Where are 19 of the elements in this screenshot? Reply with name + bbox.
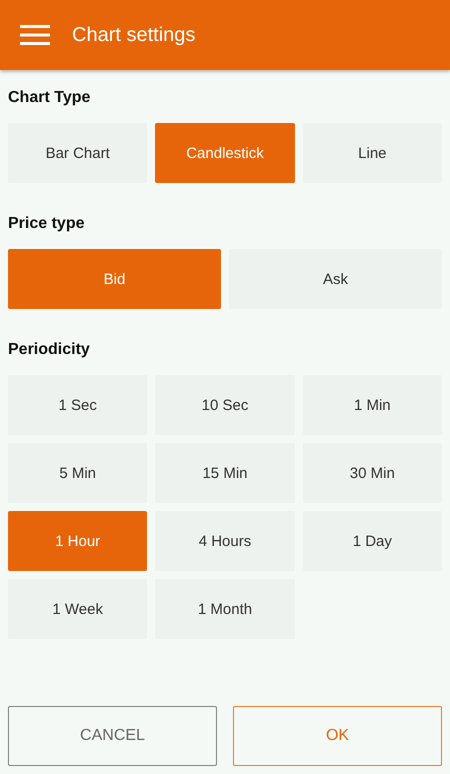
option-button[interactable]: Line	[302, 123, 442, 183]
option-button[interactable]: 10 Sec	[155, 375, 295, 435]
option-button[interactable]: 1 Min	[302, 375, 442, 435]
option-button[interactable]: Ask	[229, 249, 442, 309]
cancel-button[interactable]: CANCEL	[8, 706, 217, 766]
section-label: Chart Type	[8, 88, 92, 108]
option-button[interactable]: 1 Day	[302, 511, 442, 571]
option-button[interactable]: 1 Week	[8, 579, 148, 639]
option-button[interactable]: 1 Month	[155, 579, 295, 639]
section-label: Periodicity	[8, 340, 91, 360]
option-button[interactable]: 30 Min	[302, 443, 442, 503]
option-button[interactable]: 15 Min	[155, 443, 295, 503]
app-bar-title: Chart settings	[72, 24, 196, 46]
option-button[interactable]: Bar Chart	[8, 123, 148, 183]
option-button[interactable]: 1 Sec	[8, 375, 148, 435]
option-button[interactable]: 4 Hours	[155, 511, 295, 571]
menu-icon[interactable]	[20, 25, 50, 45]
section-label: Price type	[8, 214, 86, 234]
option-button[interactable]: 5 Min	[8, 443, 148, 503]
